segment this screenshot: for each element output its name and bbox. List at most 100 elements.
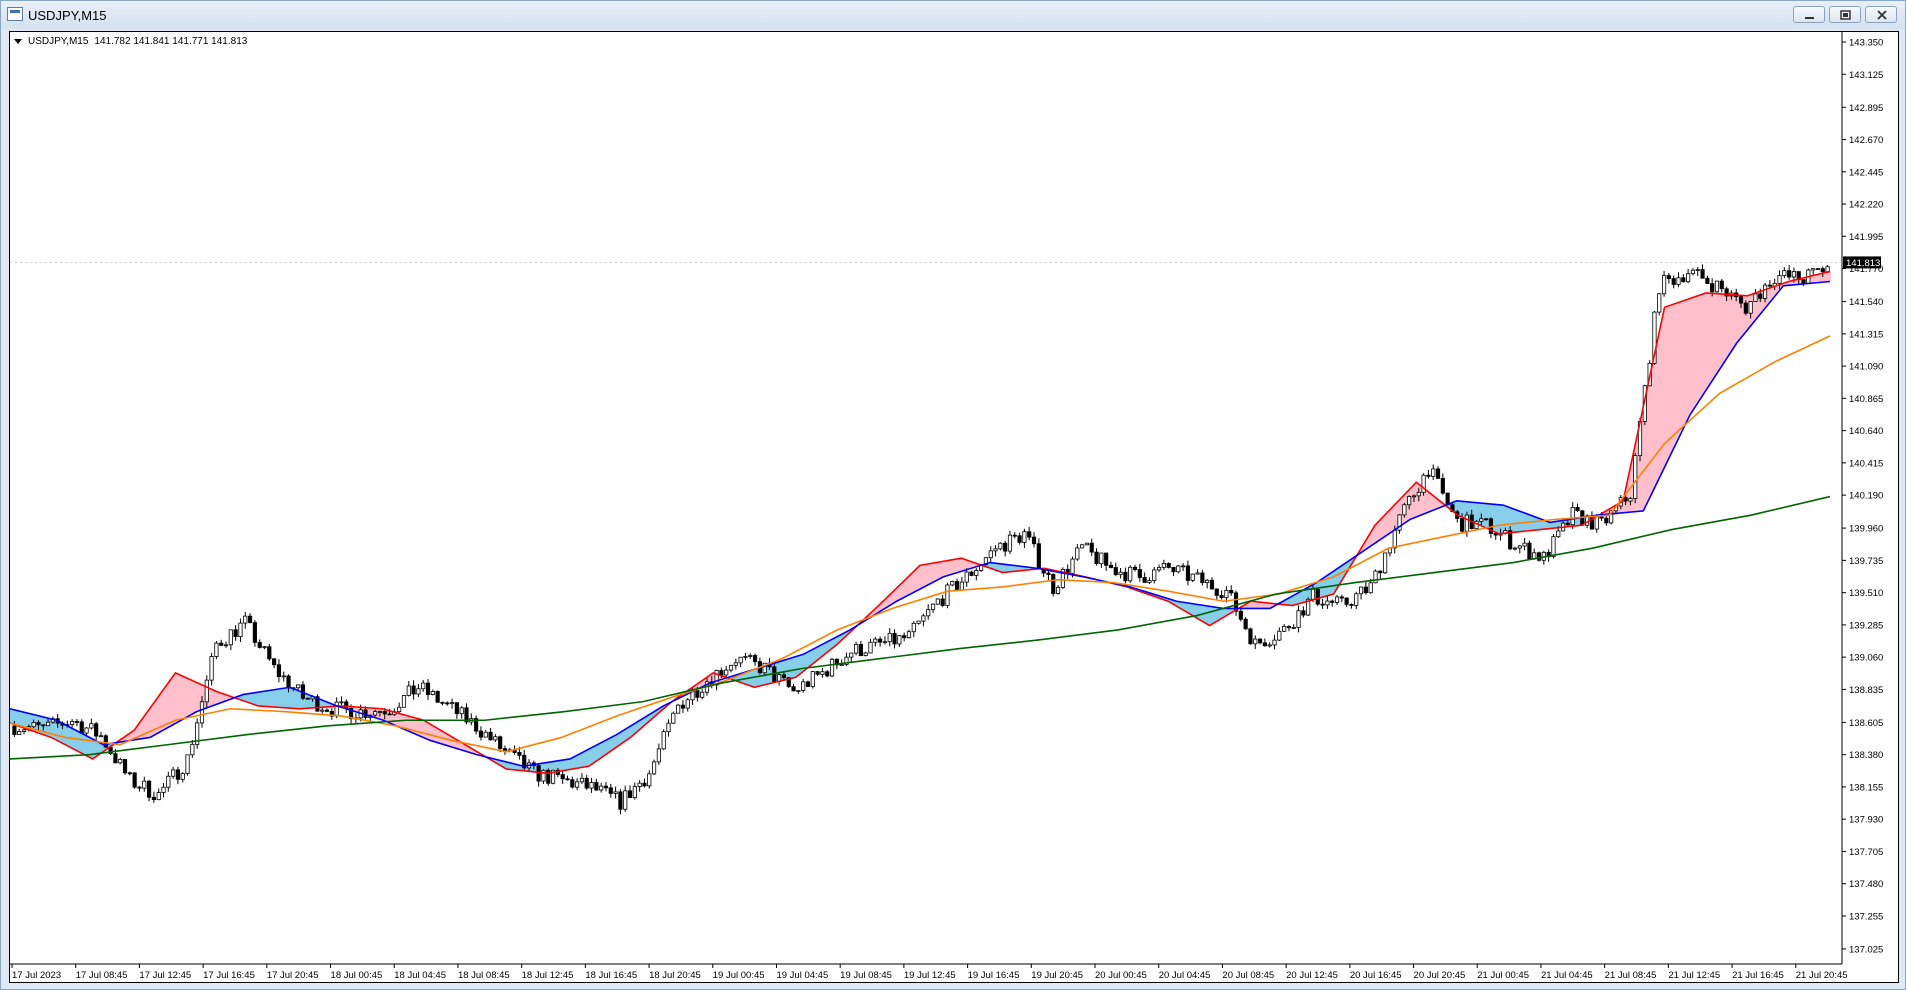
ma-fill-band xyxy=(172,673,175,726)
ma-fill-band xyxy=(1648,370,1651,502)
candle-bull xyxy=(166,775,171,788)
candle-bear xyxy=(137,786,142,789)
candle-bull xyxy=(320,709,325,712)
candle-bull xyxy=(1782,270,1787,276)
ma-fill-band xyxy=(430,723,433,742)
candle-bear xyxy=(1440,477,1445,494)
candle-bull xyxy=(676,704,681,714)
ma-fill-band xyxy=(64,724,67,746)
candle-bull xyxy=(921,615,926,622)
title-bar[interactable]: USDJPY,M15 xyxy=(1,1,1905,29)
candle-bear xyxy=(478,730,484,738)
candle-bear xyxy=(502,748,508,751)
chart-area[interactable]: 143.350 143.125 142.895 142.670 142.445 142.2… xyxy=(9,31,1899,983)
close-button[interactable] xyxy=(1865,6,1897,23)
candle-bear xyxy=(1089,542,1094,553)
candle-bull xyxy=(142,780,147,789)
candle-bull xyxy=(1291,627,1296,629)
candle-bull xyxy=(1411,495,1417,498)
candle-bear xyxy=(132,772,137,788)
candle-bull xyxy=(599,785,604,791)
restore-button[interactable] xyxy=(1829,6,1861,23)
ma-fill-band xyxy=(1699,294,1702,402)
candle-bear xyxy=(1700,269,1705,279)
ma-fill-band xyxy=(940,561,943,579)
candle-bear xyxy=(324,709,330,712)
y-tick-label: 138.835 xyxy=(1849,685,1883,696)
minimize-button[interactable] xyxy=(1793,6,1825,23)
candle-bull xyxy=(45,721,51,727)
candle-bull xyxy=(1464,514,1469,532)
candle-bull xyxy=(204,679,209,703)
ma-fill-band xyxy=(82,733,85,755)
ma-fill-band xyxy=(307,694,310,709)
candle-bear xyxy=(805,681,811,687)
ma-fill-band xyxy=(196,682,199,713)
candle-bear xyxy=(151,796,156,801)
candle-bear xyxy=(1767,284,1772,287)
candle-bull xyxy=(810,671,815,687)
candle-bear xyxy=(1705,277,1710,284)
x-tick-label: 20 Jul 20:45 xyxy=(1414,970,1466,981)
candle-bull xyxy=(964,571,969,583)
candle-bear xyxy=(79,721,84,734)
candle-bull xyxy=(21,729,27,732)
ma-fill-band xyxy=(787,658,790,680)
x-tick-label: 17 Jul 16:45 xyxy=(203,970,255,981)
candle-bear xyxy=(902,635,907,639)
candle-bull xyxy=(243,615,248,624)
candle-bull xyxy=(728,664,734,671)
ma-fill-band xyxy=(934,562,937,582)
ma-fill-band xyxy=(1711,293,1714,383)
candle-bear xyxy=(1671,278,1676,285)
candle-bull xyxy=(1325,600,1330,606)
symbol-label: USDJPY,M15 xyxy=(28,36,89,47)
x-tick-label: 17 Jul 08:45 xyxy=(76,970,128,981)
x-tick-label: 19 Jul 08:45 xyxy=(840,970,892,981)
candle-bear xyxy=(1710,283,1715,293)
ma-fill-band xyxy=(169,677,172,727)
ma-fill-band xyxy=(76,730,79,752)
candle-bull xyxy=(748,655,753,657)
candle-bull xyxy=(1181,565,1186,568)
y-tick-label: 141.090 xyxy=(1849,362,1883,373)
candle-bull xyxy=(1084,542,1090,546)
dropdown-triangle-icon[interactable] xyxy=(14,39,22,44)
candle-bull xyxy=(1310,588,1316,600)
candle-bull xyxy=(171,769,176,777)
candle-bear xyxy=(570,779,575,788)
candle-bull xyxy=(401,695,407,708)
candle-bull xyxy=(377,711,383,713)
candle-bear xyxy=(1137,569,1142,578)
candle-bear xyxy=(940,598,945,606)
ma-fill-band xyxy=(1669,304,1672,459)
candle-bull xyxy=(945,584,950,606)
y-tick-label: 137.930 xyxy=(1849,815,1883,826)
ma-fill-band xyxy=(925,564,928,587)
candle-bull xyxy=(849,652,854,658)
candle-bear xyxy=(858,643,863,656)
candle-bull xyxy=(1777,275,1782,284)
candle-bull xyxy=(1383,552,1388,574)
ma-fill-band xyxy=(1327,573,1330,596)
candle-bear xyxy=(1108,564,1114,568)
candle-bear xyxy=(41,724,46,727)
y-tick-label: 138.380 xyxy=(1849,750,1883,761)
ma-fill-band xyxy=(586,749,589,767)
candle-bull xyxy=(1690,269,1696,275)
ma-fill-band xyxy=(1003,564,1006,573)
candle-bull xyxy=(1416,491,1421,497)
ma-fill-band xyxy=(1735,294,1738,346)
candle-bull xyxy=(430,691,435,695)
y-tick-label: 142.670 xyxy=(1849,135,1883,146)
candle-bear xyxy=(752,655,758,663)
candle-bear xyxy=(1142,577,1147,583)
ma-fill-band xyxy=(1675,302,1678,446)
candle-bull xyxy=(185,754,190,774)
price-chart[interactable]: 143.350 143.125 142.895 142.670 142.445 142.2… xyxy=(10,32,1898,982)
candle-bear xyxy=(1666,275,1671,279)
candle-bull xyxy=(209,656,214,681)
candle-bear xyxy=(1349,604,1354,606)
y-tick-label: 139.060 xyxy=(1849,653,1883,664)
candle-bull xyxy=(1556,530,1561,538)
